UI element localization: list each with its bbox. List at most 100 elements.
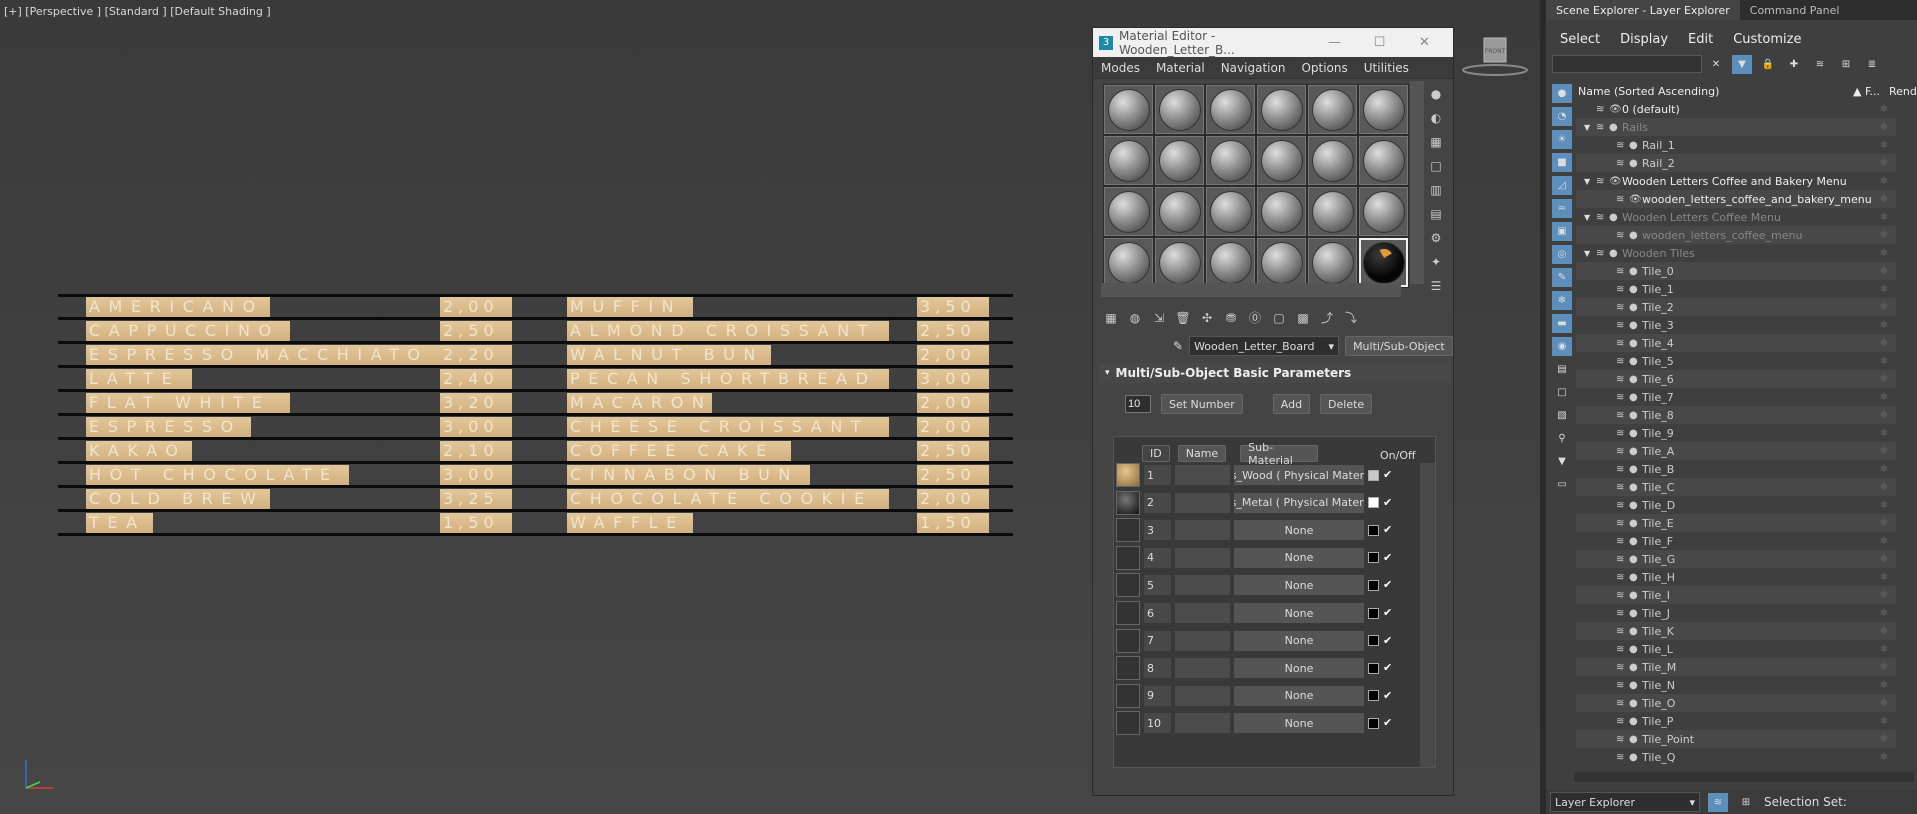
visibility-icon[interactable]: ●	[1629, 140, 1640, 151]
display-filter-icon[interactable]: ▼	[1552, 452, 1572, 471]
color-swatch[interactable]	[1368, 717, 1379, 729]
shapes-filter-icon[interactable]: ◔	[1552, 107, 1572, 126]
menu-select[interactable]: Select	[1560, 32, 1600, 47]
scene-tree-item[interactable]: ≋ ● Tile_5 ❄	[1576, 352, 1896, 370]
freeze-icon[interactable]: ❄	[1880, 536, 1888, 547]
render-column-header[interactable]: Rende	[1889, 85, 1917, 98]
scene-tree-item[interactable]: ≋ ● wooden_letters_coffee_menu ❄	[1576, 226, 1896, 244]
visibility-icon[interactable]: ●	[1629, 626, 1640, 637]
freeze-icon[interactable]: ❄	[1880, 140, 1888, 151]
visibility-icon[interactable]: ●	[1629, 608, 1640, 619]
uv-tiling-icon[interactable]: □	[1426, 156, 1446, 175]
material-sample-slot[interactable]	[1308, 136, 1357, 185]
visibility-icon[interactable]: ●	[1629, 536, 1640, 547]
scene-tree-item[interactable]: ≋ 👁 wooden_letters_coffee_and_bakery_menu ❄	[1576, 190, 1896, 208]
layers-mode-icon[interactable]: ≋	[1708, 792, 1728, 812]
freeze-icon[interactable]: ❄	[1880, 302, 1888, 313]
freeze-icon[interactable]: ❄	[1880, 482, 1888, 493]
rollout-header[interactable]: ▾ Multi/Sub-Object Basic Parameters	[1099, 363, 1451, 383]
set-number-button[interactable]: Set Number	[1161, 394, 1243, 414]
on-off-checkbox[interactable]: ✔	[1383, 634, 1397, 648]
cameras-filter-icon[interactable]: ■	[1552, 153, 1572, 172]
scene-tree-item[interactable]: ≋ ● Tile_2 ❄	[1576, 298, 1896, 316]
freeze-icon[interactable]: ❄	[1880, 554, 1888, 565]
menu-edit[interactable]: Edit	[1688, 32, 1713, 47]
freeze-icon[interactable]: ❄	[1880, 698, 1888, 709]
freeze-icon[interactable]: ❄	[1880, 680, 1888, 691]
xrefs-filter-icon[interactable]: ◎	[1552, 245, 1572, 264]
freeze-icon[interactable]: ❄	[1880, 194, 1888, 205]
freeze-icon[interactable]: ❄	[1880, 644, 1888, 655]
name-column-header[interactable]: Name (Sorted Ascending)	[1576, 85, 1853, 98]
hierarchy-mode-icon[interactable]: ⊞	[1736, 793, 1756, 812]
visibility-icon[interactable]: 👁	[1609, 104, 1622, 115]
submaterial-name-field[interactable]	[1175, 575, 1230, 596]
freeze-icon[interactable]: ❄	[1880, 626, 1888, 637]
visibility-icon[interactable]: ●	[1629, 302, 1640, 313]
new-layer-icon[interactable]: ✚	[1784, 55, 1804, 74]
scene-tree-item[interactable]: ≋ ● Tile_B ❄	[1576, 460, 1896, 478]
scene-tree-item[interactable]: ≋ 👁 0 (default) ❄	[1576, 100, 1896, 118]
material-sample-slot[interactable]	[1206, 85, 1255, 134]
freeze-icon[interactable]: ❄	[1880, 716, 1888, 727]
expand-arrow-icon[interactable]: ▼	[1584, 213, 1596, 222]
freeze-icon[interactable]: ❄	[1880, 392, 1888, 403]
visibility-icon[interactable]: ●	[1629, 392, 1640, 403]
scene-tree-item[interactable]: ▼ ≋ 👁 Wooden Letters Coffee and Bakery Menu…	[1576, 172, 1896, 190]
submaterial-name-field[interactable]	[1175, 547, 1230, 568]
scene-tree-item[interactable]: ▼ ≋ ● Wooden Tiles ❄	[1576, 244, 1896, 262]
visibility-icon[interactable]: 👁	[1629, 194, 1642, 205]
frozen-filter-icon[interactable]: ▬	[1552, 314, 1572, 333]
submaterial-name-field[interactable]	[1175, 465, 1230, 485]
menu-utilities[interactable]: Utilities	[1364, 61, 1409, 75]
freeze-icon[interactable]: ❄	[1880, 500, 1888, 511]
on-off-checkbox[interactable]: ✔	[1383, 523, 1397, 537]
sync-selection-icon[interactable]: ⚲	[1552, 429, 1572, 448]
color-swatch[interactable]	[1368, 469, 1379, 481]
containers-filter-icon[interactable]: ❄	[1552, 291, 1572, 310]
minimize-button[interactable]: —	[1312, 35, 1357, 50]
video-color-check-icon[interactable]: ▥	[1426, 180, 1446, 199]
visibility-icon[interactable]: ●	[1629, 338, 1640, 349]
options-icon[interactable]: ⚙	[1426, 228, 1446, 247]
scene-tree-item[interactable]: ≋ ● Tile_E ❄	[1576, 514, 1896, 532]
material-sample-slot[interactable]	[1206, 136, 1255, 185]
freeze-icon[interactable]: ❄	[1880, 284, 1888, 295]
scene-tree-item[interactable]: ≋ ● Tile_P ❄	[1576, 712, 1896, 730]
scene-tree-item[interactable]: ≋ ● Tile_G ❄	[1576, 550, 1896, 568]
get-material-icon[interactable]: ▦	[1101, 308, 1121, 327]
color-swatch[interactable]	[1368, 690, 1379, 702]
scene-tree-item[interactable]: ≋ ● Tile_6 ❄	[1576, 370, 1896, 388]
slots-vertical-scrollbar[interactable]	[1410, 81, 1424, 284]
on-off-checkbox[interactable]: ✔	[1383, 661, 1397, 675]
select-by-material-icon[interactable]: ✦	[1426, 252, 1446, 271]
submaterial-thumbnail[interactable]	[1116, 545, 1140, 570]
visibility-icon[interactable]: ●	[1629, 284, 1640, 295]
freeze-icon[interactable]: ❄	[1880, 428, 1888, 439]
submaterial-thumbnail[interactable]	[1116, 463, 1140, 487]
lock-icon[interactable]: 🔒	[1758, 55, 1778, 74]
visibility-icon[interactable]: ●	[1629, 734, 1640, 745]
scene-tree-item[interactable]: ▼ ≋ ● Rails ❄	[1576, 118, 1896, 136]
set-number-field[interactable]	[1125, 395, 1151, 413]
submaterial-thumbnail[interactable]	[1116, 711, 1140, 736]
show-end-result-icon[interactable]: ▩	[1293, 308, 1313, 327]
material-sample-slot[interactable]	[1206, 187, 1255, 236]
bones-filter-icon[interactable]: ✎	[1552, 268, 1572, 287]
viewcube-icon[interactable]: FRONT	[1460, 34, 1530, 78]
material-sample-slot[interactable]	[1155, 187, 1204, 236]
material-sample-slot[interactable]	[1308, 187, 1357, 236]
visibility-icon[interactable]: ●	[1629, 500, 1640, 511]
geometry-filter-icon[interactable]: ●	[1552, 84, 1572, 103]
filter-icon[interactable]: ▼	[1732, 55, 1752, 74]
sample-type-icon[interactable]: ●	[1426, 84, 1446, 103]
freeze-icon[interactable]: ❄	[1880, 518, 1888, 529]
visibility-icon[interactable]: ●	[1629, 320, 1640, 331]
spacewarps-filter-icon[interactable]: ≈	[1552, 199, 1572, 218]
submaterial-scrollbar[interactable]	[1420, 463, 1435, 767]
explorer-type-dropdown[interactable]: Layer Explorer ▾	[1550, 792, 1700, 812]
material-sample-slot[interactable]	[1359, 136, 1408, 185]
material-sample-slot[interactable]	[1257, 238, 1306, 287]
frozen-column-header[interactable]: ▲ F...	[1853, 85, 1889, 98]
submaterial-thumbnail[interactable]	[1116, 490, 1140, 515]
